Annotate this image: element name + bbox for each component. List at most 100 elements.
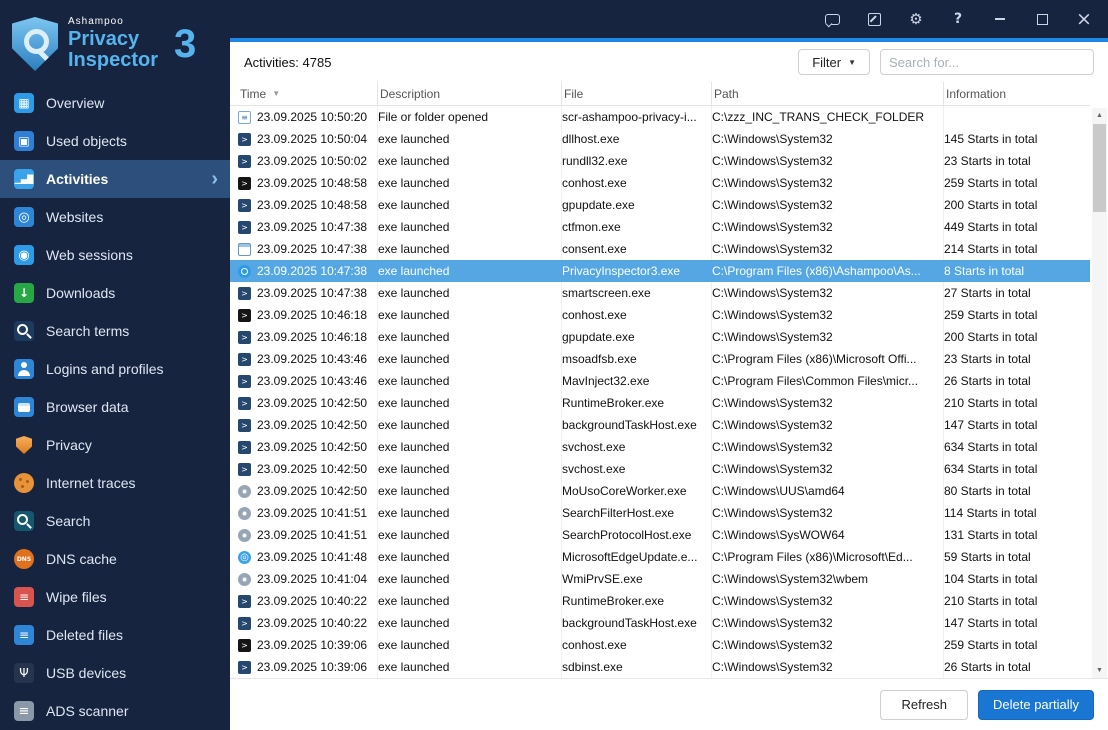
table-row[interactable]: 23.09.2025 10:40:22 exe launched Runtime… (230, 590, 1090, 612)
sidebar-item-3[interactable]: Websites › (0, 198, 230, 236)
column-header-description[interactable]: Description (378, 82, 562, 105)
sidebar-item-0[interactable]: Overview › (0, 84, 230, 122)
information-cell: 26 Starts in total (944, 656, 1090, 678)
time-value: 23.09.2025 10:46:18 (257, 330, 368, 344)
delete-partially-button[interactable]: Delete partially (978, 689, 1094, 720)
path-cell: C:\Windows\System32 (712, 128, 944, 150)
sidebar-item-15[interactable]: USB devices › (0, 654, 230, 692)
sidebar-item-1[interactable]: Used objects › (0, 122, 230, 160)
time-cell: 23.09.2025 10:40:22 (238, 612, 378, 634)
product-name-line1: Privacy (68, 28, 140, 51)
table-row[interactable]: 23.09.2025 10:47:38 exe launched ctfmon.… (230, 216, 1090, 238)
refresh-button[interactable]: Refresh (880, 689, 968, 720)
table-row[interactable]: 23.09.2025 10:46:18 exe launched gpupdat… (230, 326, 1090, 348)
table-row[interactable]: 23.09.2025 10:40:22 exe launched backgro… (230, 612, 1090, 634)
table-row[interactable]: 23.09.2025 10:48:58 exe launched conhost… (230, 172, 1090, 194)
sidebar-item-10[interactable]: Internet traces › (0, 464, 230, 502)
time-value: 23.09.2025 10:50:02 (257, 154, 368, 168)
sidebar-item-9[interactable]: Privacy › (0, 426, 230, 464)
file-type-icon (238, 198, 251, 212)
vertical-scrollbar[interactable]: ▲ ▼ (1092, 108, 1107, 678)
sidebar-item-13[interactable]: Wipe files › (0, 578, 230, 616)
information-cell: 131 Starts in total (944, 524, 1090, 546)
file-value: RuntimeBroker.exe (562, 396, 665, 410)
file-value: msoadfsb.exe (562, 352, 637, 366)
sidebar-item-11[interactable]: Search › (0, 502, 230, 540)
table-row[interactable]: 23.09.2025 10:48:58 exe launched gpupdat… (230, 194, 1090, 216)
table-row[interactable]: 23.09.2025 10:47:38 exe launched Privacy… (230, 260, 1090, 282)
time-value: 23.09.2025 10:41:48 (257, 550, 368, 564)
search-input[interactable] (880, 49, 1094, 75)
information-value: 23 Starts in total (944, 154, 1031, 168)
path-value: C:\Windows\System32 (712, 220, 833, 234)
sidebar-item-7[interactable]: Logins and profiles › (0, 350, 230, 388)
minimize-icon[interactable] (992, 11, 1008, 27)
product-version: 3 (174, 21, 197, 66)
table-row[interactable]: 23.09.2025 10:41:04 exe launched WmiPrvS… (230, 568, 1090, 590)
maximize-icon[interactable] (1034, 11, 1050, 27)
file-cell: conhost.exe (562, 172, 712, 194)
scrollbar-thumb[interactable] (1093, 124, 1106, 212)
table-row[interactable]: 23.09.2025 10:42:50 exe launched svchost… (230, 458, 1090, 480)
path-value: C:\Windows\System32 (712, 594, 833, 608)
file-cell: SearchProtocolHost.exe (562, 524, 712, 546)
sidebar-item-2[interactable]: Activities › (0, 160, 230, 198)
file-cell: RuntimeBroker.exe (562, 392, 712, 414)
table-row[interactable]: 23.09.2025 10:46:18 exe launched conhost… (230, 304, 1090, 326)
table-row[interactable]: 23.09.2025 10:39:06 exe launched conhost… (230, 634, 1090, 656)
table-row[interactable]: 23.09.2025 10:42:50 exe launched MoUsoCo… (230, 480, 1090, 502)
time-value: 23.09.2025 10:42:50 (257, 462, 368, 476)
path-value: C:\Windows\System32 (712, 616, 833, 630)
description-cell: exe launched (378, 304, 562, 326)
table-row[interactable]: 23.09.2025 10:42:50 exe launched svchost… (230, 436, 1090, 458)
sidebar-item-6[interactable]: Search terms › (0, 312, 230, 350)
sidebar-item-12[interactable]: DNS cache › (0, 540, 230, 578)
file-value: svchost.exe (562, 440, 626, 454)
file-type-icon (238, 352, 251, 366)
file-value: rundll32.exe (562, 154, 628, 168)
scroll-down-icon[interactable]: ▼ (1092, 663, 1107, 678)
toolbar: Activities: 4785 Filter ▼ (230, 42, 1108, 82)
table-row[interactable]: 23.09.2025 10:41:51 exe launched SearchP… (230, 524, 1090, 546)
description-value: exe launched (378, 154, 450, 168)
table-row[interactable]: 23.09.2025 10:43:46 exe launched MavInje… (230, 370, 1090, 392)
sidebar-item-4[interactable]: Web sessions › (0, 236, 230, 274)
sidebar-item-5[interactable]: Downloads › (0, 274, 230, 312)
information-value: 131 Starts in total (944, 528, 1038, 542)
file-cell: svchost.exe (562, 436, 712, 458)
time-cell: 23.09.2025 10:50:04 (238, 128, 378, 150)
description-cell: exe launched (378, 480, 562, 502)
sidebar-item-16[interactable]: ADS scanner › (0, 692, 230, 730)
help-icon[interactable] (950, 11, 966, 27)
table-row[interactable]: 23.09.2025 10:50:04 exe launched dllhost… (230, 128, 1090, 150)
filter-button[interactable]: Filter ▼ (798, 49, 870, 75)
table-row[interactable]: 23.09.2025 10:42:50 exe launched backgro… (230, 414, 1090, 436)
table-row[interactable]: 23.09.2025 10:47:38 exe launched consent… (230, 238, 1090, 260)
time-cell: 23.09.2025 10:39:06 (238, 656, 378, 678)
column-header-file[interactable]: File (562, 82, 712, 105)
information-cell: 147 Starts in total (944, 612, 1090, 634)
table-row[interactable]: 23.09.2025 10:41:51 exe launched SearchF… (230, 502, 1090, 524)
column-header-path[interactable]: Path (712, 82, 944, 105)
sidebar-item-8[interactable]: Browser data › (0, 388, 230, 426)
table-row[interactable]: 23.09.2025 10:41:48 exe launched Microso… (230, 546, 1090, 568)
column-header-time[interactable]: Time ▼ (238, 82, 378, 105)
settings-icon[interactable] (908, 11, 924, 27)
description-cell: exe launched (378, 370, 562, 392)
file-value: SearchProtocolHost.exe (562, 528, 692, 542)
close-icon[interactable] (1076, 11, 1092, 27)
edit-note-icon[interactable] (866, 11, 882, 27)
table-row[interactable]: 23.09.2025 10:42:50 exe launched Runtime… (230, 392, 1090, 414)
scroll-up-icon[interactable]: ▲ (1092, 108, 1107, 123)
description-value: exe launched (378, 352, 450, 366)
path-cell: C:\Windows\System32 (712, 458, 944, 480)
description-value: exe launched (378, 484, 450, 498)
table-row[interactable]: 23.09.2025 10:43:46 exe launched msoadfs… (230, 348, 1090, 370)
table-row[interactable]: 23.09.2025 10:50:20 File or folder opene… (230, 106, 1090, 128)
sidebar-item-14[interactable]: Deleted files › (0, 616, 230, 654)
column-header-information[interactable]: Information (944, 82, 1090, 105)
table-row[interactable]: 23.09.2025 10:47:38 exe launched smartsc… (230, 282, 1090, 304)
table-row[interactable]: 23.09.2025 10:39:06 exe launched sdbinst… (230, 656, 1090, 678)
table-row[interactable]: 23.09.2025 10:50:02 exe launched rundll3… (230, 150, 1090, 172)
feedback-icon[interactable] (824, 11, 840, 27)
